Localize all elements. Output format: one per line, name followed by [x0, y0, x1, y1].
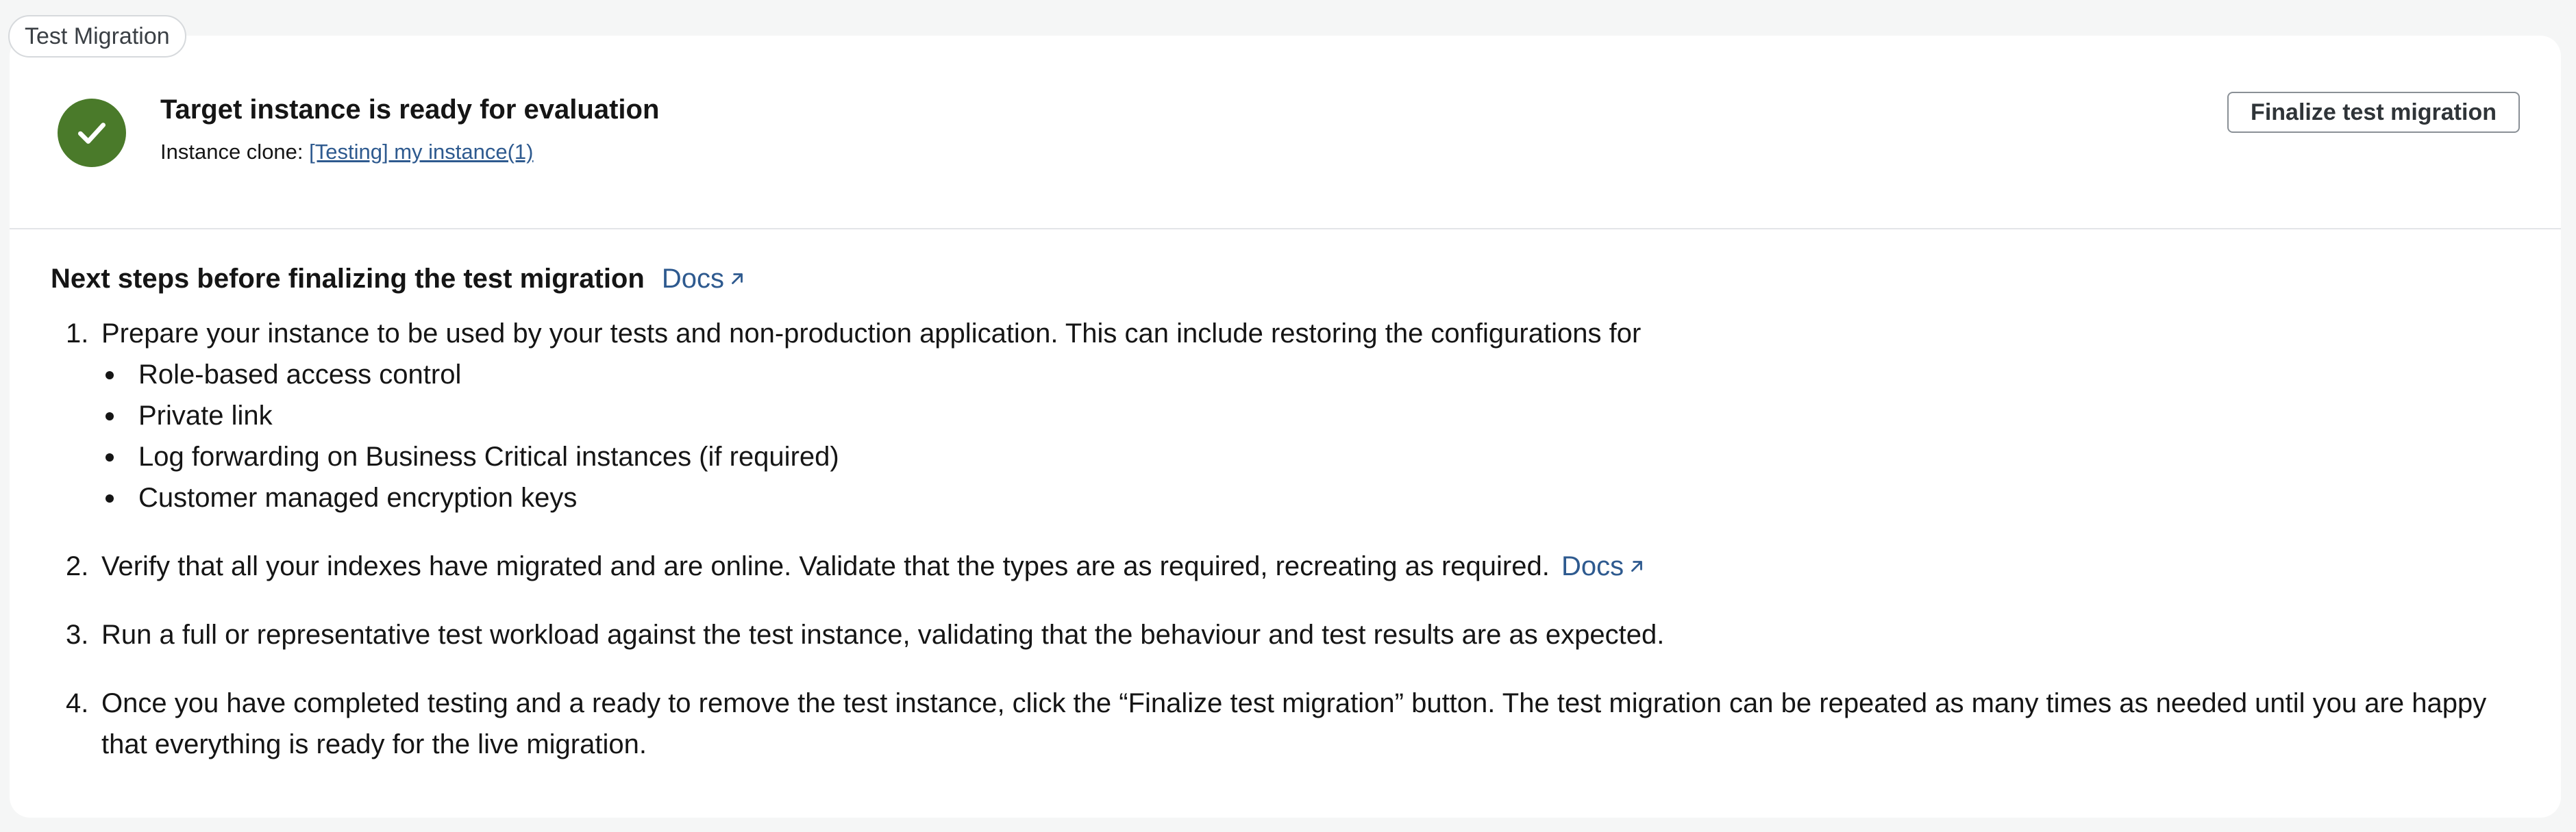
external-link-arrow-icon: [1631, 561, 1643, 572]
next-steps-heading: Next steps before finalizing the test mi…: [51, 258, 2531, 299]
step-text: Verify that all your indexes have migrat…: [101, 551, 1550, 581]
status-title: Target instance is ready for evaluation: [160, 94, 660, 125]
step-item: 1. Prepare your instance to be used by y…: [51, 313, 2531, 518]
step-number: 1.: [66, 318, 89, 349]
instance-clone-link[interactable]: [Testing] my instance(1): [309, 140, 533, 164]
docs-link[interactable]: Docs: [662, 264, 746, 294]
step-item: 4. Once you have completed testing and a…: [51, 683, 2531, 765]
migration-card: Target instance is ready for evaluation …: [10, 36, 2561, 818]
step-text: Prepare your instance to be used by your…: [101, 318, 1642, 349]
status-header: Target instance is ready for evaluation …: [10, 36, 2561, 229]
step-item: 3. Run a full or representative test wor…: [51, 614, 2531, 655]
step-number: 2.: [66, 551, 89, 581]
steps-list: 1. Prepare your instance to be used by y…: [51, 313, 2531, 765]
step-text: Once you have completed testing and a re…: [101, 688, 2487, 759]
docs-link-label: Docs: [661, 264, 725, 294]
next-steps-heading-text: Next steps before finalizing the test mi…: [51, 264, 645, 294]
list-item: Log forwarding on Business Critical inst…: [101, 436, 2531, 477]
next-steps-section: Next steps before finalizing the test mi…: [51, 258, 2531, 765]
section-tab-label: Test Migration: [8, 15, 186, 58]
step-docs-link[interactable]: Docs: [1561, 551, 1646, 581]
checkmark-icon: [78, 123, 106, 144]
step-docs-link-label: Docs: [1561, 551, 1624, 581]
step-text: Run a full or representative test worklo…: [101, 620, 1665, 650]
check-circle-icon: [58, 99, 126, 167]
config-bullet-list: Role-based access control Private link L…: [101, 354, 2531, 518]
list-item: Private link: [101, 395, 2531, 436]
step-number: 3.: [66, 620, 89, 650]
step-item: 2. Verify that all your indexes have mig…: [51, 546, 2531, 587]
external-link-arrow-icon: [732, 273, 743, 284]
instance-clone-prefix: Instance clone:: [160, 140, 310, 164]
finalize-test-migration-button[interactable]: Finalize test migration: [2227, 92, 2520, 133]
list-item: Customer managed encryption keys: [101, 477, 2531, 518]
instance-clone-line: Instance clone: [Testing] my instance(1): [160, 140, 534, 164]
step-number: 4.: [66, 688, 89, 718]
list-item: Role-based access control: [101, 354, 2531, 395]
